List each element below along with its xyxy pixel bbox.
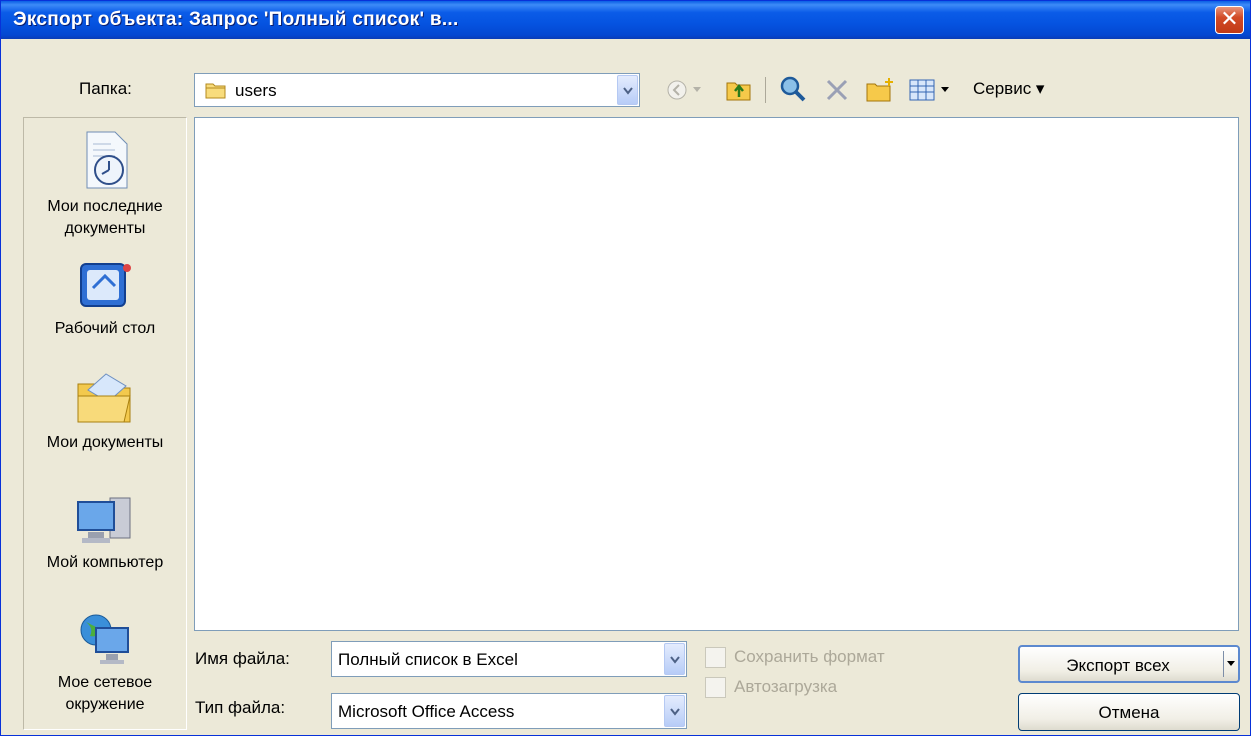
folder-dropdown-button[interactable] <box>617 75 638 105</box>
filename-label: Имя файла: <box>195 649 290 668</box>
filename-dropdown-button[interactable] <box>664 643 685 675</box>
filetype-label: Тип файла: <box>195 698 286 717</box>
folder-value: users <box>235 81 277 100</box>
search-web-icon[interactable] <box>779 75 807 103</box>
autostart-checkbox[interactable] <box>705 677 726 698</box>
place-label: Мой компьютер <box>46 554 164 571</box>
back-dropdown-icon[interactable] <box>693 87 701 93</box>
toolbar-separator <box>765 77 766 103</box>
places-bar: Мои последние документы Рабочий стол Мои… <box>23 117 187 730</box>
new-folder-icon[interactable] <box>865 77 895 103</box>
my-documents-icon <box>77 373 131 423</box>
chevron-down-icon <box>670 656 680 664</box>
chevron-down-icon <box>670 708 680 716</box>
close-button[interactable]: ✕ <box>1215 6 1244 34</box>
folder-combo[interactable]: users <box>194 73 640 107</box>
recent-documents-icon <box>86 131 128 189</box>
file-list[interactable] <box>194 117 1239 631</box>
export-all-button[interactable]: Экспорт всех <box>1018 645 1240 683</box>
title-bar[interactable]: Экспорт объекта: Запрос 'Полный список' … <box>1 1 1250 39</box>
up-folder-icon[interactable] <box>725 77 753 103</box>
export-all-label: Экспорт всех <box>1066 656 1170 675</box>
place-network[interactable]: Мое сетевое окружение <box>24 612 186 716</box>
filetype-select[interactable]: Microsoft Office Access <box>331 693 687 729</box>
desktop-icon <box>80 263 131 307</box>
delete-icon[interactable] <box>825 78 849 102</box>
cancel-button[interactable]: Отмена <box>1018 693 1240 731</box>
folder-label: Папка: <box>79 79 132 98</box>
place-label: Мое сетевое окружение <box>57 674 153 713</box>
network-places-icon <box>80 614 129 664</box>
filetype-dropdown-button[interactable] <box>664 695 685 727</box>
filetype-value: Microsoft Office Access <box>338 702 515 721</box>
back-icon[interactable] <box>666 79 688 101</box>
filename-input[interactable]: Полный список в Excel <box>331 641 687 677</box>
dialog-title: Экспорт объекта: Запрос 'Полный список' … <box>13 9 459 30</box>
place-my-computer[interactable]: Мой компьютер <box>24 494 186 574</box>
save-format-checkbox[interactable] <box>705 647 726 668</box>
save-format-label: Сохранить формат <box>734 647 885 666</box>
place-my-documents[interactable]: Мои документы <box>24 370 186 454</box>
views-icon[interactable] <box>909 79 935 101</box>
export-dialog: Экспорт объекта: Запрос 'Полный список' … <box>0 0 1251 736</box>
cancel-label: Отмена <box>1098 703 1160 722</box>
export-dropdown-icon[interactable] <box>1227 661 1235 667</box>
views-dropdown-icon[interactable] <box>941 87 949 93</box>
folder-icon <box>205 83 226 99</box>
place-label: Мои документы <box>46 434 164 451</box>
my-computer-icon <box>77 497 131 543</box>
place-desktop[interactable]: Рабочий стол <box>24 258 186 340</box>
autostart-label: Автозагрузка <box>734 677 838 696</box>
close-icon: ✕ <box>1220 6 1239 31</box>
split-separator <box>1223 651 1224 677</box>
place-recent-documents[interactable]: Мои последние документы <box>24 130 186 240</box>
filename-value: Полный список в Excel <box>338 650 518 669</box>
place-label: Рабочий стол <box>54 320 156 337</box>
chevron-down-icon <box>623 87 633 95</box>
service-menu[interactable]: Сервис ▾ <box>973 79 1044 99</box>
place-label: Мои последние документы <box>47 198 163 237</box>
